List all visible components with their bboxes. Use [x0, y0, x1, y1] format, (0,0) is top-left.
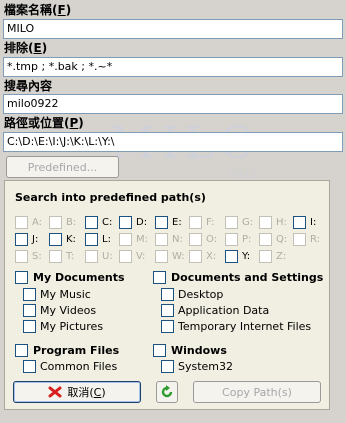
drive-label: G:: [242, 217, 254, 228]
drive-checkbox[interactable]: [189, 233, 202, 246]
docs-settings-label: Documents and Settings: [171, 271, 324, 284]
my-pictures-label: My Pictures: [40, 320, 104, 333]
docs-settings-checkbox[interactable]: [153, 271, 166, 284]
temp-internet-files-checkbox[interactable]: [161, 320, 174, 333]
common-files-checkbox[interactable]: [23, 360, 36, 373]
desktop-label: Desktop: [178, 288, 224, 301]
drive-checkbox[interactable]: [225, 216, 238, 229]
app-data-label: Application Data: [178, 304, 270, 317]
search-content-input[interactable]: milo0922: [3, 94, 343, 114]
drive-checkbox[interactable]: [155, 216, 168, 229]
refresh-button[interactable]: [156, 381, 178, 403]
drive-label: P:: [242, 234, 252, 245]
drive-checkbox[interactable]: [15, 233, 28, 246]
predefined-paths-panel: Search into predefined path(s) A: B: C: D: E…: [4, 180, 330, 410]
drive-label: Z:: [276, 251, 287, 262]
drive-label: B:: [66, 217, 77, 228]
drive-label: T:: [66, 251, 75, 262]
refresh-icon: [160, 385, 174, 399]
desktop-checkbox[interactable]: [161, 288, 174, 301]
system32-checkbox[interactable]: [161, 360, 174, 373]
my-videos-label: My Videos: [40, 304, 97, 317]
filename-label: 檔案名稱(F): [4, 3, 72, 17]
drive-label: Y:: [242, 251, 251, 262]
drive-checkbox[interactable]: [293, 233, 306, 246]
drive-label: X:: [206, 251, 217, 262]
drive-checkbox[interactable]: [189, 250, 202, 263]
drive-label: R:: [310, 234, 321, 245]
drive-checkbox[interactable]: [259, 250, 272, 263]
my-documents-label: My Documents: [33, 271, 125, 284]
common-files-label: Common Files: [40, 360, 118, 373]
my-documents-checkbox[interactable]: [15, 271, 28, 284]
copy-paths-button[interactable]: Copy Path(s): [193, 381, 321, 403]
path-label: 路徑或位置(P): [4, 116, 84, 130]
drive-label: V:: [136, 251, 146, 262]
program-files-checkbox[interactable]: [15, 344, 28, 357]
drive-label: E:: [172, 217, 182, 228]
drive-checkbox[interactable]: [155, 250, 168, 263]
exclude-input[interactable]: *.tmp ; *.bak ; *.~*: [3, 57, 343, 77]
drive-label: K:: [66, 234, 76, 245]
drive-checkbox[interactable]: [85, 250, 98, 263]
exclude-label: 排除(E): [4, 41, 48, 55]
drive-label: N:: [172, 234, 183, 245]
drive-checkbox[interactable]: [119, 233, 132, 246]
drive-label: A:: [32, 217, 43, 228]
drive-label: C:: [102, 217, 113, 228]
drive-label: D:: [136, 217, 148, 228]
path-input[interactable]: C:\D:\E:\I:\J:\K:\L:\Y:\: [3, 132, 343, 152]
program-files-label: Program Files: [33, 344, 120, 357]
drive-checkbox[interactable]: [85, 216, 98, 229]
filename-input[interactable]: MILO: [3, 19, 343, 39]
drive-label: S:: [32, 251, 42, 262]
drive-checkbox[interactable]: [225, 250, 238, 263]
drive-label: J:: [32, 234, 39, 245]
predefined-button[interactable]: Predefined...: [6, 156, 119, 178]
drive-checkbox[interactable]: [15, 216, 28, 229]
my-pictures-checkbox[interactable]: [23, 320, 36, 333]
drive-checkbox[interactable]: [259, 233, 272, 246]
drive-checkbox[interactable]: [225, 233, 238, 246]
drive-label: U:: [102, 251, 113, 262]
drive-checkbox[interactable]: [85, 233, 98, 246]
drive-checkbox[interactable]: [15, 250, 28, 263]
windows-checkbox[interactable]: [153, 344, 166, 357]
drive-label: O:: [206, 234, 218, 245]
drive-checkbox[interactable]: [259, 216, 272, 229]
drive-checkbox[interactable]: [49, 233, 62, 246]
search-content-label: 搜尋內容: [4, 79, 53, 93]
drive-label: W:: [172, 251, 185, 262]
temp-internet-files-label: Temporary Internet Files: [178, 320, 312, 333]
drive-checkbox[interactable]: [119, 216, 132, 229]
drive-checkbox[interactable]: [189, 216, 202, 229]
cancel-x-icon: [48, 386, 62, 398]
drive-checkbox[interactable]: [155, 233, 168, 246]
app-data-checkbox[interactable]: [161, 304, 174, 317]
drive-checkbox[interactable]: [49, 250, 62, 263]
drive-checkbox[interactable]: [119, 250, 132, 263]
drive-label: M:: [136, 234, 148, 245]
windows-label: Windows: [171, 344, 227, 357]
my-music-checkbox[interactable]: [23, 288, 36, 301]
panel-title: Search into predefined path(s): [15, 191, 206, 204]
drive-label: F:: [206, 217, 215, 228]
cancel-button[interactable]: 取消(C): [13, 381, 141, 403]
drive-label: Q:: [276, 234, 288, 245]
cancel-label: 取消(C): [67, 386, 106, 399]
my-videos-checkbox[interactable]: [23, 304, 36, 317]
drive-label: H:: [276, 217, 287, 228]
my-music-label: My Music: [40, 288, 91, 301]
drive-label: L:: [102, 234, 111, 245]
drive-checkbox[interactable]: [293, 216, 306, 229]
drive-label: I:: [310, 217, 317, 228]
system32-label: System32: [178, 360, 234, 373]
drive-checkbox[interactable]: [49, 216, 62, 229]
